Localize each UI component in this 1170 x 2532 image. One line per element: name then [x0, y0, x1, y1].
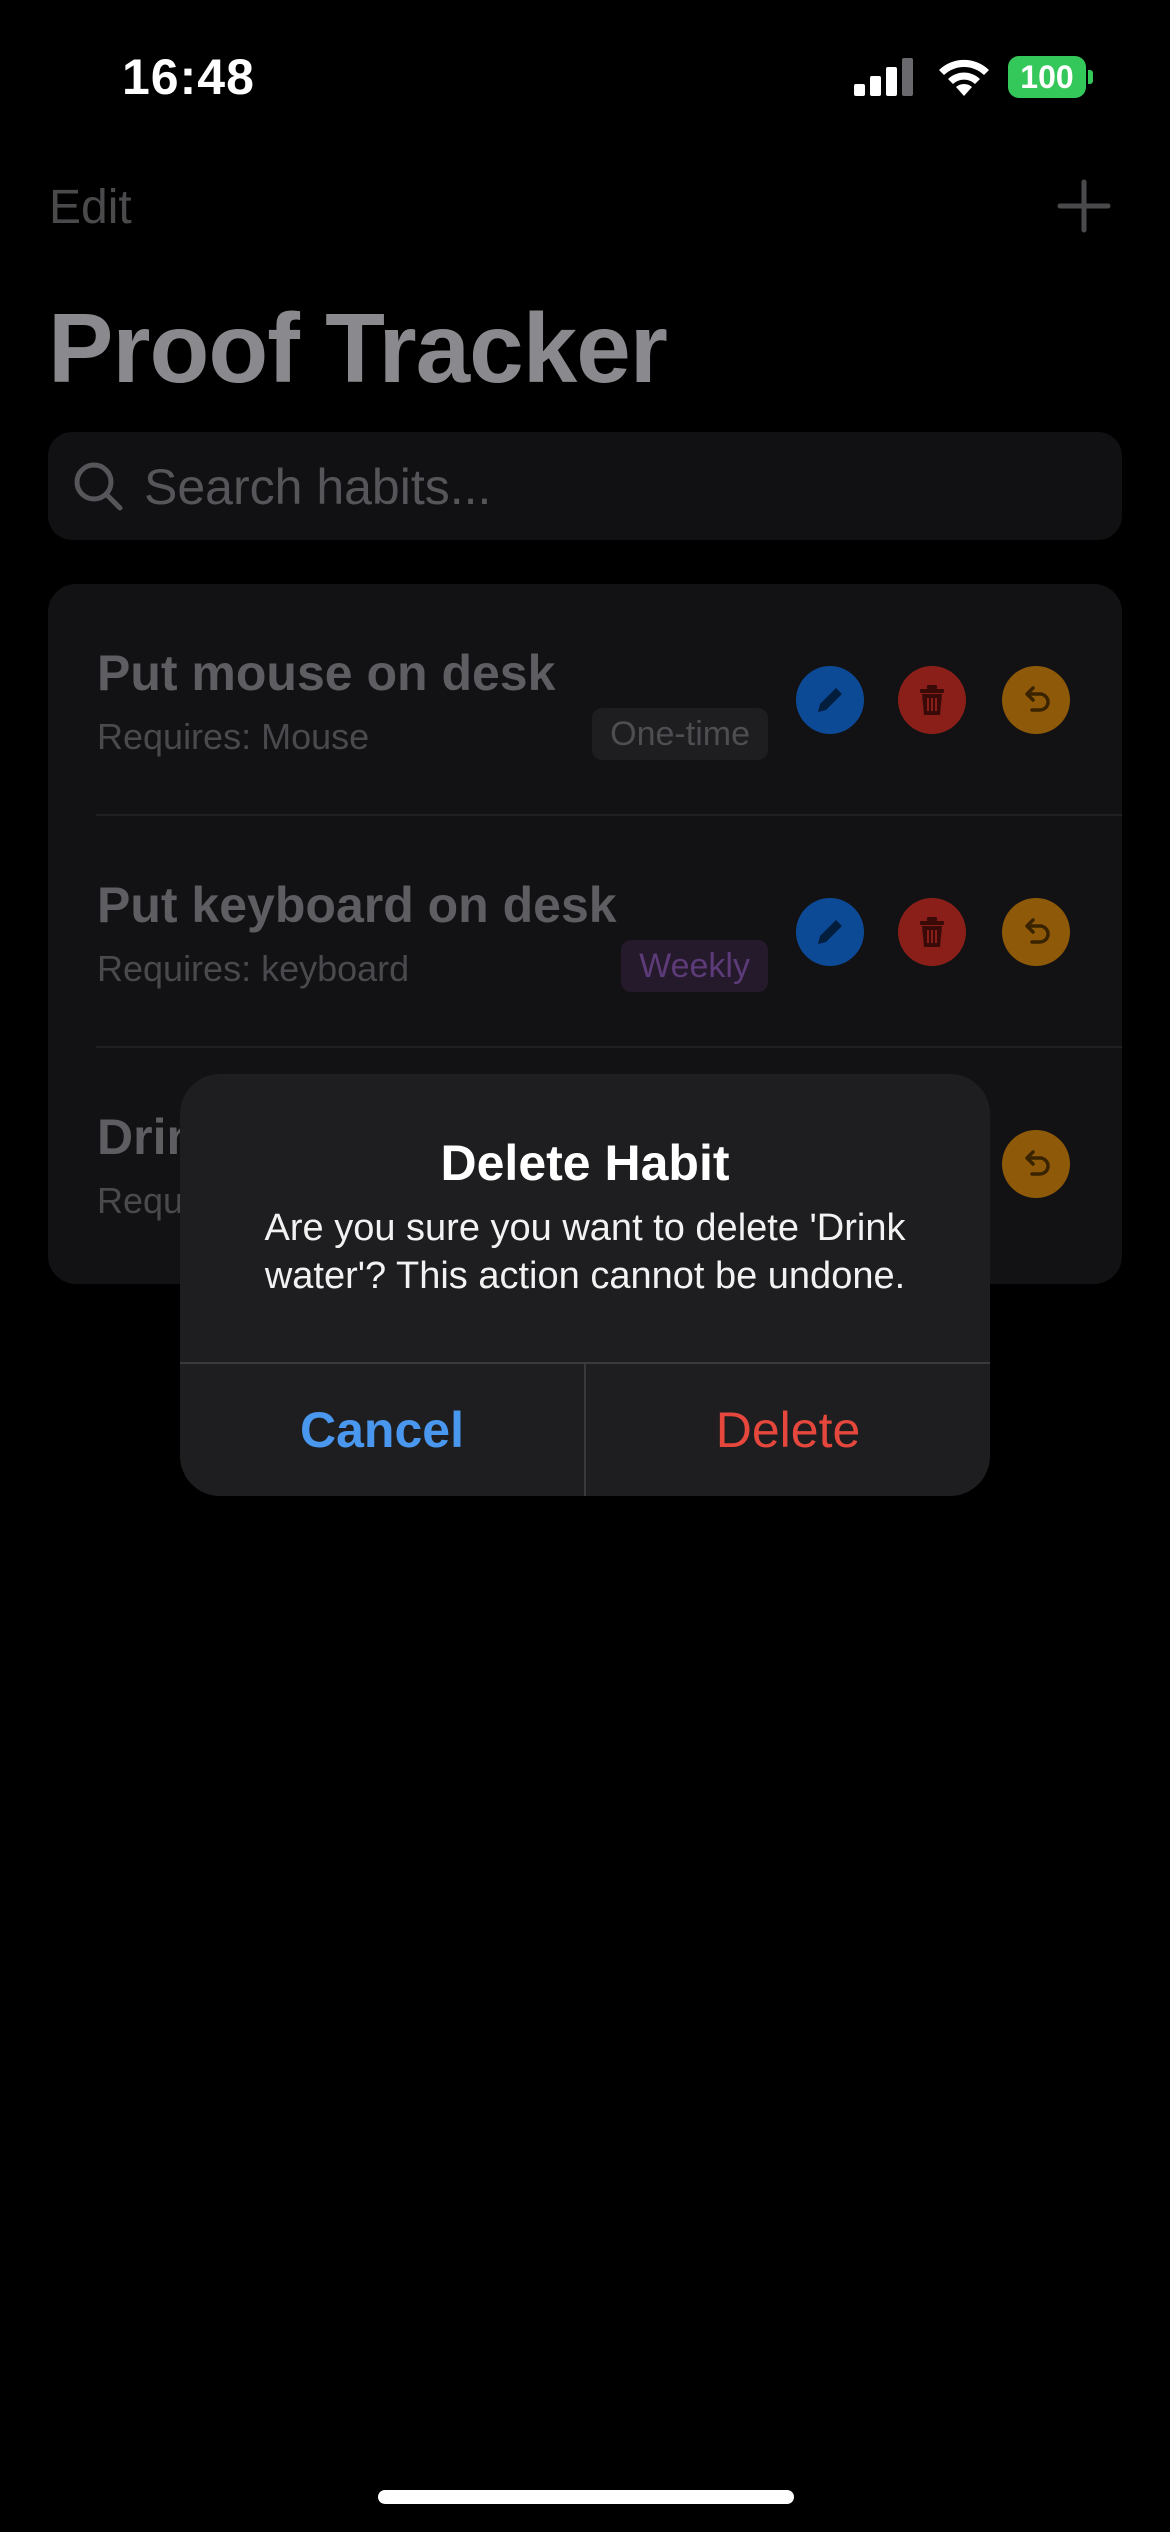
battery-level: 100	[1008, 56, 1086, 98]
undo-icon	[1025, 1150, 1050, 1176]
search-bar[interactable]: Search habits...	[48, 432, 1122, 540]
delete-button[interactable]: Delete	[586, 1364, 990, 1496]
status-bar: 16:48 100	[0, 0, 1170, 150]
undo-icon	[1025, 686, 1050, 712]
habit-requirement: Requ	[97, 1180, 184, 1221]
plus-icon	[1057, 179, 1111, 233]
frequency-badge: Weekly	[621, 940, 768, 992]
pencil-icon	[818, 688, 842, 712]
home-indicator[interactable]	[378, 2490, 794, 2504]
habit-name: Put mouse on desk	[97, 645, 556, 701]
habit-requirement: Requires: Mouse	[97, 716, 370, 757]
delete-habit-button[interactable]	[898, 898, 966, 966]
habit-row[interactable]: Put keyboard on desk Requires: keyboard …	[48, 816, 1122, 1048]
trash-icon	[920, 917, 944, 947]
alert-title: Delete Habit	[440, 1135, 730, 1191]
habit-name: Put keyboard on desk	[97, 877, 617, 933]
edit-habit-button[interactable]	[796, 898, 864, 966]
habit-requirement: Requires: keyboard	[97, 948, 410, 989]
battery-indicator: 100	[1008, 56, 1093, 98]
delete-habit-alert: Delete Habit Are you sure you want to de…	[180, 1074, 990, 1496]
search-icon	[74, 462, 123, 511]
habit-row[interactable]: Put mouse on desk Requires: Mouse One-ti…	[48, 584, 1122, 816]
wifi-icon	[939, 59, 989, 96]
undo-button[interactable]	[1002, 666, 1070, 734]
cellular-signal-icon	[854, 58, 913, 96]
delete-habit-button[interactable]	[898, 666, 966, 734]
status-time: 16:48	[122, 49, 255, 105]
frequency-badge: One-time	[592, 708, 768, 760]
page-title: Proof Tracker	[48, 293, 668, 403]
alert-message: Are you sure you want to delete 'Drink w…	[264, 1207, 906, 1297]
pencil-icon	[818, 920, 842, 944]
add-habit-button[interactable]	[1056, 178, 1112, 234]
edit-button[interactable]: Edit	[49, 180, 132, 235]
cancel-button[interactable]: Cancel	[180, 1364, 584, 1496]
search-input[interactable]: Search habits...	[144, 458, 491, 516]
edit-habit-button[interactable]	[796, 666, 864, 734]
undo-icon	[1025, 918, 1050, 944]
undo-button[interactable]	[1002, 1130, 1070, 1198]
battery-cap	[1088, 70, 1093, 84]
trash-icon	[920, 685, 944, 715]
undo-button[interactable]	[1002, 898, 1070, 966]
